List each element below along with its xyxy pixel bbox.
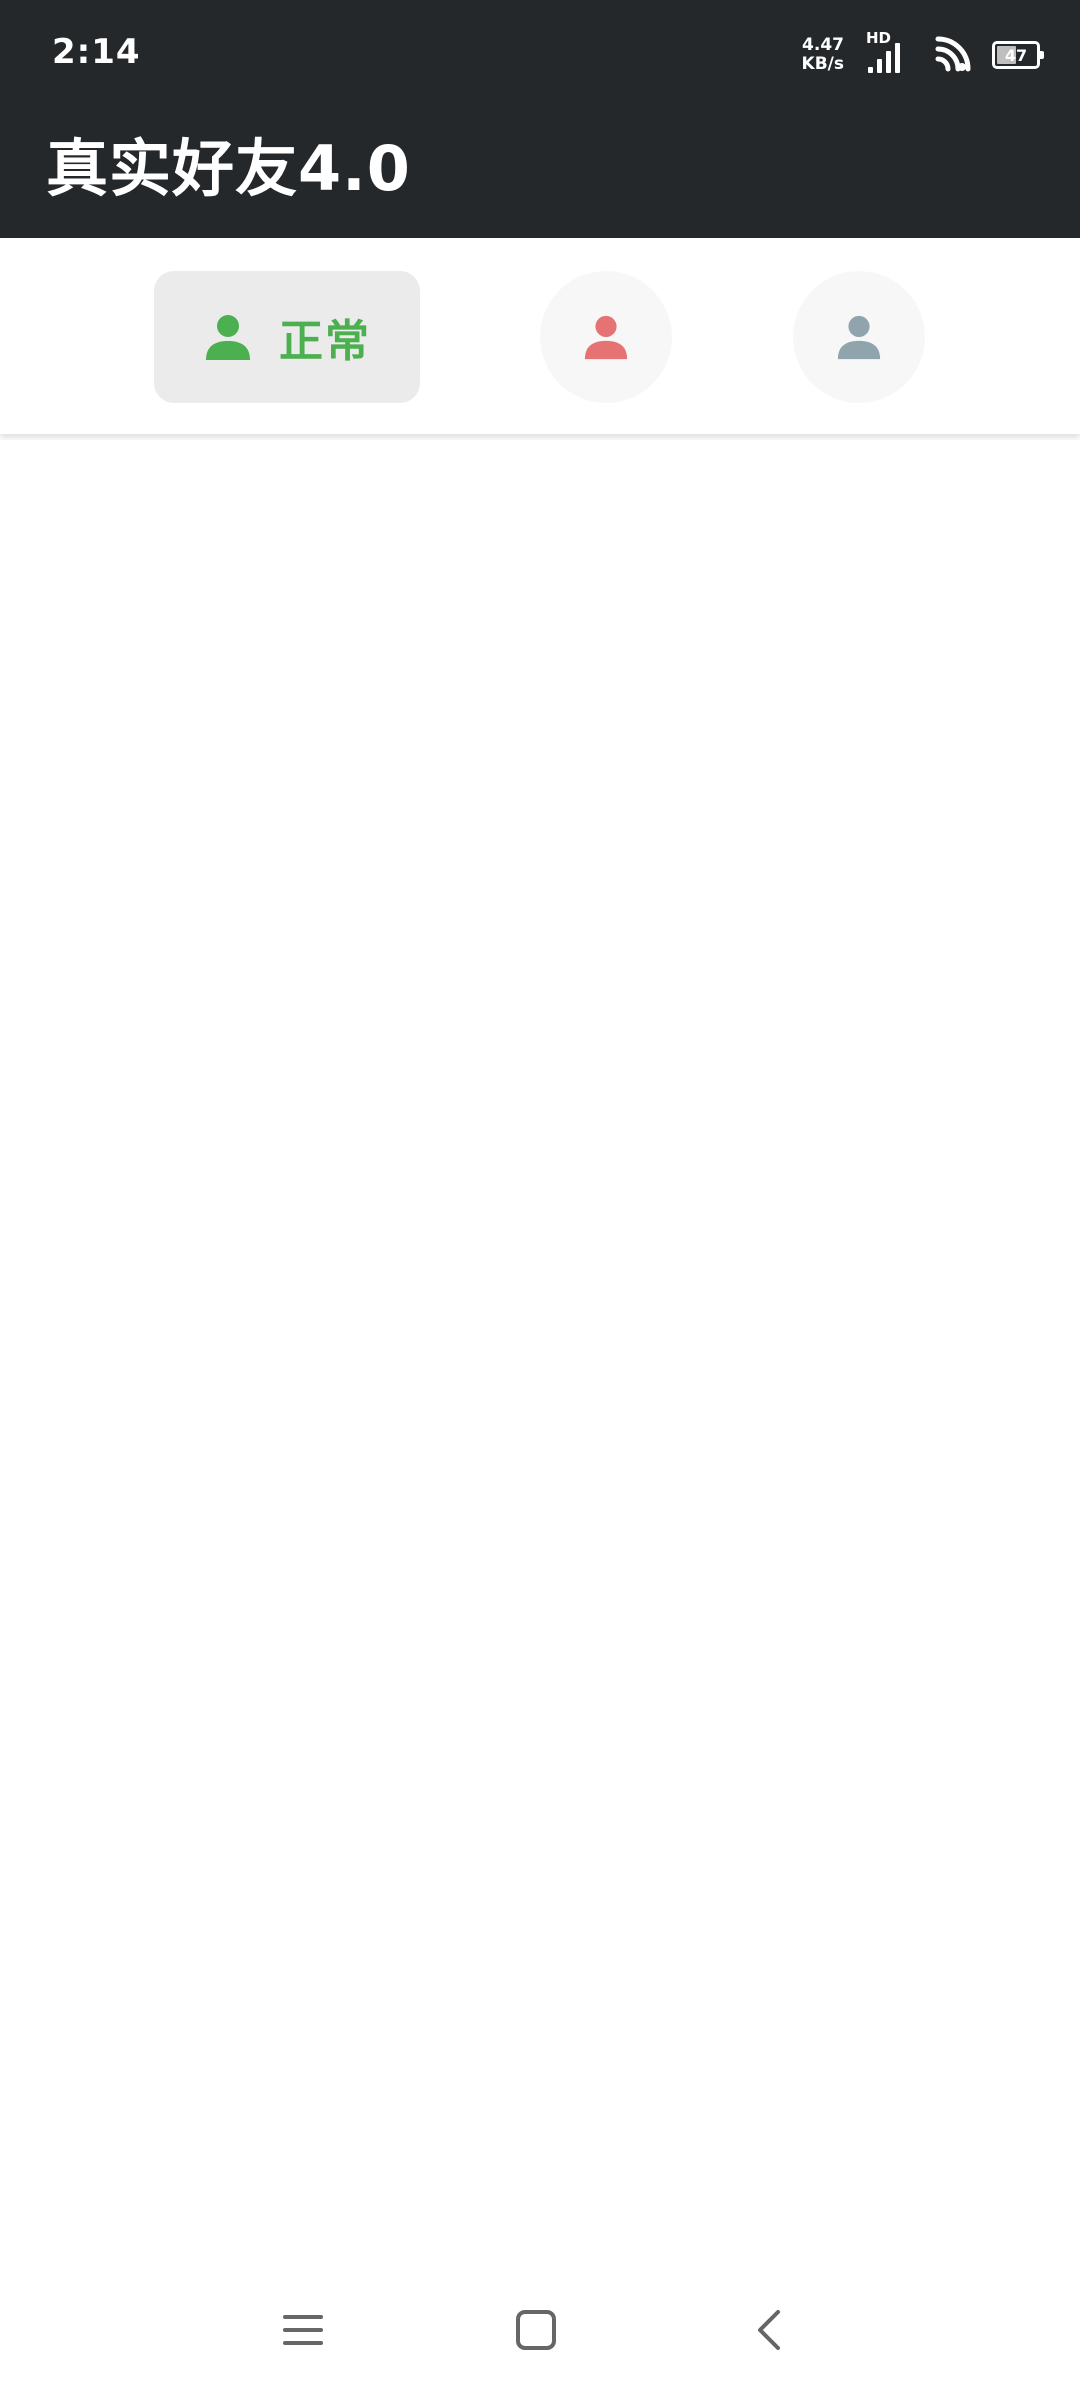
signal-icon: HD xyxy=(864,29,912,77)
back-icon xyxy=(758,2310,780,2350)
menu-icon xyxy=(283,2315,323,2345)
back-button[interactable] xyxy=(720,2280,820,2380)
tab-normal[interactable]: 正常 xyxy=(154,271,420,403)
app-title: 真实好友4.0 xyxy=(46,132,411,205)
tab-red[interactable] xyxy=(540,271,672,403)
tab-gray[interactable] xyxy=(793,271,925,403)
network-speed-unit: KB/s xyxy=(801,54,844,74)
network-speed: 4.47 KB/s xyxy=(802,36,844,74)
status-icons: 4.47 KB/s HD 47 xyxy=(802,29,1044,80)
person-icon xyxy=(837,315,881,360)
system-nav-bar xyxy=(0,2260,1080,2400)
home-button[interactable] xyxy=(486,2280,586,2380)
friend-list-area xyxy=(0,440,1080,2260)
person-icon xyxy=(584,315,628,360)
status-time: 2:14 xyxy=(52,32,141,72)
battery-icon: 47 xyxy=(992,41,1044,69)
top-app-header: 2:14 4.47 KB/s HD 47 真实好友4.0 xyxy=(0,0,1080,238)
person-icon xyxy=(206,315,250,360)
menu-button[interactable] xyxy=(253,2280,353,2380)
wifi-icon xyxy=(935,36,971,72)
battery-level: 47 xyxy=(1004,45,1028,65)
friend-filter-tabs: 正常 xyxy=(0,238,1080,434)
tab-normal-label: 正常 xyxy=(279,316,371,367)
home-icon xyxy=(516,2310,556,2350)
network-speed-value: 4.47 xyxy=(802,35,844,55)
